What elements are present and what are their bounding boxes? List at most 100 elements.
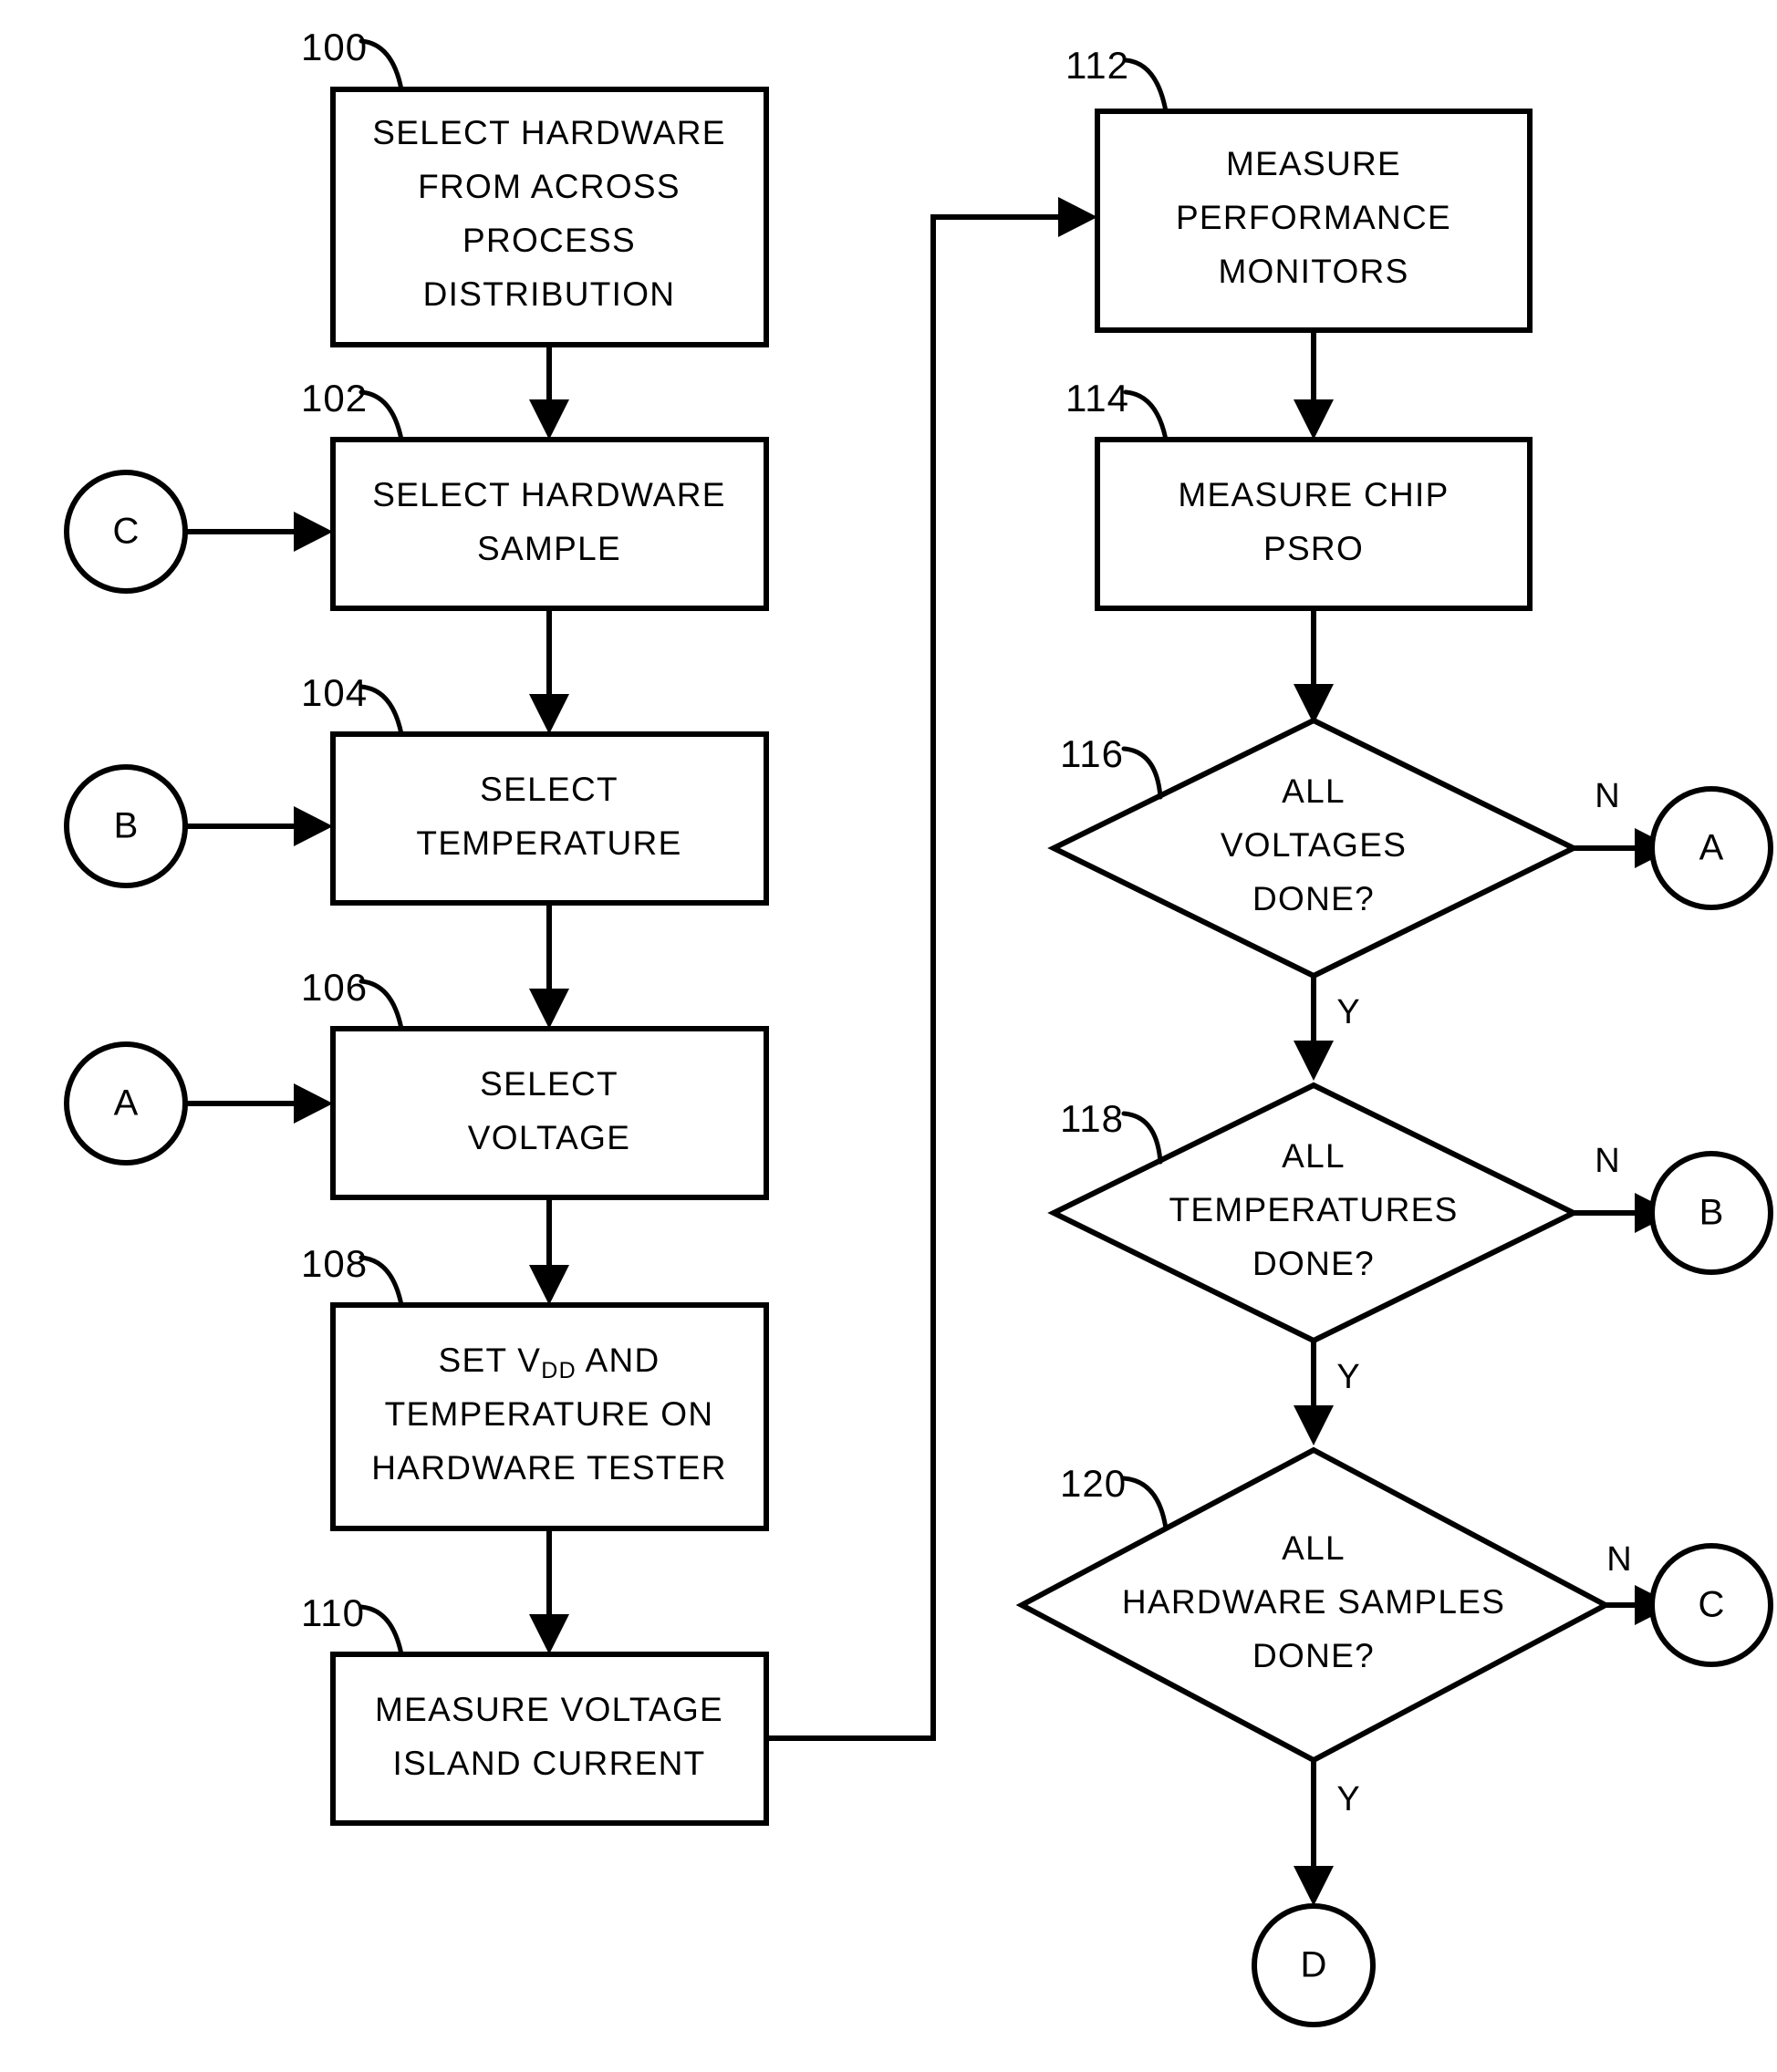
process-box-102: SELECT HARDWARE SAMPLE [330,437,769,611]
process-box-110-shape [330,1652,769,1826]
connector-d-out: D [1252,1903,1376,2027]
connector-a-in-label: A [114,1083,139,1124]
process-box-100-line-2: FROM ACROSS [418,168,681,205]
ref-number-112: 112 [1065,44,1129,87]
decision-118-line-1: ALL [1282,1137,1346,1175]
decision-118-line-2: TEMPERATURES [1169,1191,1458,1228]
process-box-110-line-2: ISLAND CURRENT [392,1745,705,1782]
arrow-102-to-104 [529,608,569,734]
ref-number-108: 108 [301,1242,368,1285]
leader-120 [1121,1476,1169,1531]
arrow-106-to-108 [529,1197,569,1305]
process-box-102-line-1: SELECT HARDWARE [372,476,726,513]
ref-label-104: 104 [301,671,404,737]
decision-118: ALL TEMPERATURES DONE? [1047,1082,1580,1344]
process-box-106: SELECT VOLTAGE [330,1026,769,1200]
arrow-108-to-110 [529,1528,569,1654]
decision-116-line-2: VOLTAGES [1221,826,1407,864]
decision-118-line-3: DONE? [1252,1245,1375,1282]
ref-label-112: 112 [1065,44,1169,114]
decision-116: ALL VOLTAGES DONE? [1047,717,1580,979]
process-box-106-line-1: SELECT [480,1065,618,1103]
ref-number-118: 118 [1060,1097,1124,1140]
leader-118 [1121,1111,1163,1165]
ref-number-120: 120 [1060,1462,1127,1505]
ref-label-114: 114 [1065,377,1169,442]
ref-number-102: 102 [301,377,368,420]
ref-number-100: 100 [301,26,368,68]
ref-number-114: 114 [1065,377,1129,420]
arrow-112-to-114 [1294,330,1334,440]
branch-120-no-label: N [1606,1540,1631,1579]
branch-118-yes-label: Y [1336,1358,1359,1396]
decision-120-line-3: DONE? [1252,1637,1375,1674]
connector-a-out: A [1649,786,1773,910]
ref-label-120: 120 [1060,1462,1169,1531]
process-box-112-line-3: MONITORS [1218,253,1408,290]
process-box-110: MEASURE VOLTAGE ISLAND CURRENT [330,1652,769,1826]
leader-116 [1121,746,1163,800]
process-box-100-line-4: DISTRIBUTION [423,275,676,313]
connector-b-out: B [1649,1151,1773,1275]
branch-120-yes: Y [1294,1760,1360,1906]
arrow-110-to-112 [766,197,1097,1741]
connector-b-in-label: B [114,806,139,846]
process-box-112-line-1: MEASURE [1226,145,1401,182]
leader-110 [359,1604,404,1657]
process-box-114-line-2: PSRO [1263,530,1364,567]
connector-c-in-label: C [113,512,140,552]
process-box-102-shape [330,437,769,611]
branch-116-no-label: N [1595,777,1619,815]
process-box-114-line-1: MEASURE CHIP [1178,476,1449,513]
ref-number-104: 104 [301,671,368,714]
ref-label-106: 106 [301,966,404,1031]
flowchart-canvas: SELECT HARDWARE FROM ACROSS PROCESS DIST… [64,26,1773,2027]
decision-120-line-1: ALL [1282,1529,1346,1567]
ref-number-106: 106 [301,966,368,1009]
ref-label-108: 108 [301,1242,404,1308]
process-box-100-line-1: SELECT HARDWARE [372,114,726,151]
connector-c-out-label: C [1699,1585,1725,1625]
process-box-102-line-2: SAMPLE [477,530,621,567]
branch-116-yes-label: Y [1336,993,1359,1031]
connector-c-in: C [64,470,333,594]
process-box-100: SELECT HARDWARE FROM ACROSS PROCESS DIST… [330,87,769,347]
ref-label-116: 116 [1060,732,1163,800]
leader-112 [1123,57,1169,114]
process-box-112: MEASURE PERFORMANCE MONITORS [1095,109,1533,333]
process-box-104: SELECT TEMPERATURE [330,731,769,906]
decision-116-line-3: DONE? [1252,880,1375,917]
arrow-100-to-102 [529,345,569,440]
ref-label-100: 100 [301,26,404,92]
arrow-104-to-106 [529,903,569,1029]
decision-120-line-2: HARDWARE SAMPLES [1122,1583,1505,1621]
process-box-106-line-2: VOLTAGE [468,1119,630,1156]
process-box-114: MEASURE CHIP PSRO [1095,437,1533,611]
leader-114 [1123,389,1169,442]
ref-label-118: 118 [1060,1097,1163,1165]
process-box-106-shape [330,1026,769,1200]
process-box-112-line-2: PERFORMANCE [1176,199,1451,236]
process-box-108: SET VDD AND TEMPERATURE ON HARDWARE TEST… [330,1302,769,1531]
connector-c-out: C [1649,1543,1773,1667]
branch-116-yes: Y [1294,976,1360,1081]
branch-118-yes: Y [1294,1341,1360,1445]
connector-b-in: B [64,764,333,888]
connector-d-out-label: D [1301,1945,1327,1985]
arrow-114-to-116 [1294,608,1334,724]
decision-116-line-1: ALL [1282,772,1346,810]
process-box-108-line-3: HARDWARE TESTER [371,1449,727,1487]
process-box-108-line-2: TEMPERATURE ON [385,1395,714,1433]
ref-number-110: 110 [301,1591,365,1634]
connector-a-in: A [64,1041,333,1166]
process-box-104-shape [330,731,769,906]
process-box-114-shape [1095,437,1533,611]
flowchart-diagram: SELECT HARDWARE FROM ACROSS PROCESS DIST… [0,0,1777,2072]
ref-label-110: 110 [301,1591,404,1657]
process-box-104-line-2: TEMPERATURE [416,824,681,862]
process-box-104-line-1: SELECT [480,771,618,808]
ref-number-116: 116 [1060,732,1124,775]
connector-b-out-label: B [1699,1193,1724,1233]
branch-118-no-label: N [1595,1142,1619,1180]
branch-120-yes-label: Y [1336,1780,1359,1818]
